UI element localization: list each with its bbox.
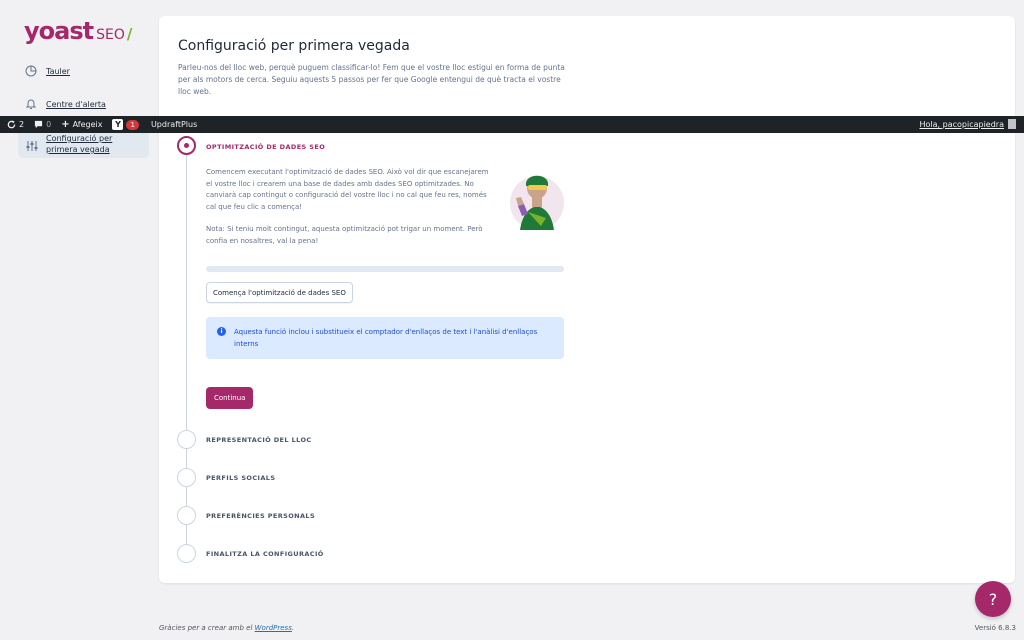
my-account-menu[interactable]: Hola, pacopicapiedra [919,119,1016,129]
step-indicator [177,506,196,525]
step-indicator [177,430,196,449]
yoast-admin-menu[interactable]: Y 1 [112,119,139,130]
avatar [1008,119,1016,129]
yoast-icon: Y [112,119,124,130]
refresh-icon [7,120,16,129]
step-label-seo-optimization[interactable]: OPTIMITZACIÓ DE DADES SEO [206,143,325,151]
adjustments-icon [26,137,38,151]
plus-icon: + [61,119,70,130]
sidebar: yoast SEO / Tauler Centre d'alerta Confi… [0,0,160,640]
updates-menu[interactable]: 2 [7,120,24,129]
sidebar-item-alerts[interactable]: Centre d'alerta [24,97,106,111]
continue-button[interactable]: Continua [206,387,254,409]
step-indicator-active [177,136,196,155]
step-label-finish-configuration[interactable]: FINALITZA LA CONFIGURACIÓ [206,550,324,558]
sidebar-item-dashboard[interactable]: Tauler [24,64,70,78]
step-label-social-profiles[interactable]: PERFILS SOCIALS [206,474,275,482]
add-new-label: Afegeix [72,120,103,129]
footer-thanks: Gràcies per a crear amb el WordPress. [159,624,294,632]
sidebar-item-label: Tauler [46,66,70,76]
sidebar-item-label: Centre d'alerta [46,99,106,109]
footer-version: Versió 6.8.3 [974,624,1016,632]
new-content-menu[interactable]: + Afegeix [61,119,102,130]
sidebar-item-label: Configuració per primera vegada [46,134,113,154]
logo-brand: yoast [24,17,94,45]
setup-card: Configuració per primera vegada Parleu-n… [159,16,1015,583]
step-indicator [177,544,196,563]
step-indicator [177,468,196,487]
step-description: Comencem executant l'optimització de dad… [206,168,489,211]
greeting-label: Hola, pacopicapiedra [919,119,1005,129]
wp-admin-bar: 2 0 + Afegeix Y 1 UpdraftPlus Hola, paco… [0,116,1024,133]
footer-thanks-prefix: Gràcies per a crear amb el [159,624,255,632]
comment-icon [34,120,43,129]
comments-menu[interactable]: 0 [34,120,51,129]
updraftplus-label: UpdraftPlus [150,120,198,129]
dashboard-icon [24,64,38,78]
start-seo-optimization-button[interactable]: Comença l'optimització de dades SEO [206,282,353,303]
footer-thanks-suffix: . [291,624,295,632]
page-title: Configuració per primera vegada [178,38,410,54]
step-note: Nota: Si teniu molt contingut, aquesta o… [206,225,483,245]
logo-product: SEO [96,27,125,43]
logo-slash: / [126,25,133,43]
notice-text: Aquesta funció inclou i substitueix el c… [234,328,538,348]
step-label-site-representation[interactable]: REPRESENTACIÓ DEL LLOC [206,436,312,444]
yoast-logo[interactable]: yoast SEO / [24,17,132,45]
help-button[interactable]: ? [975,581,1011,617]
stepper-line [186,154,187,554]
updraftplus-menu[interactable]: UpdraftPlus [151,120,197,129]
updates-count: 2 [19,120,25,129]
page-intro: Parleu-nos del lloc web, perquè puguem c… [178,63,565,96]
yoast-notification-badge: 1 [126,119,139,130]
info-notice: i Aquesta funció inclou i substitueix el… [206,317,564,359]
comments-count: 0 [46,120,52,129]
optimization-progress-bar [206,266,564,272]
seo-optimization-illustration [506,168,564,232]
wordpress-link[interactable]: WordPress [255,624,292,632]
bell-icon [24,97,38,111]
info-icon: i [217,327,226,336]
step-label-personal-preferences[interactable]: PREFERÈNCIES PERSONALS [206,512,315,520]
